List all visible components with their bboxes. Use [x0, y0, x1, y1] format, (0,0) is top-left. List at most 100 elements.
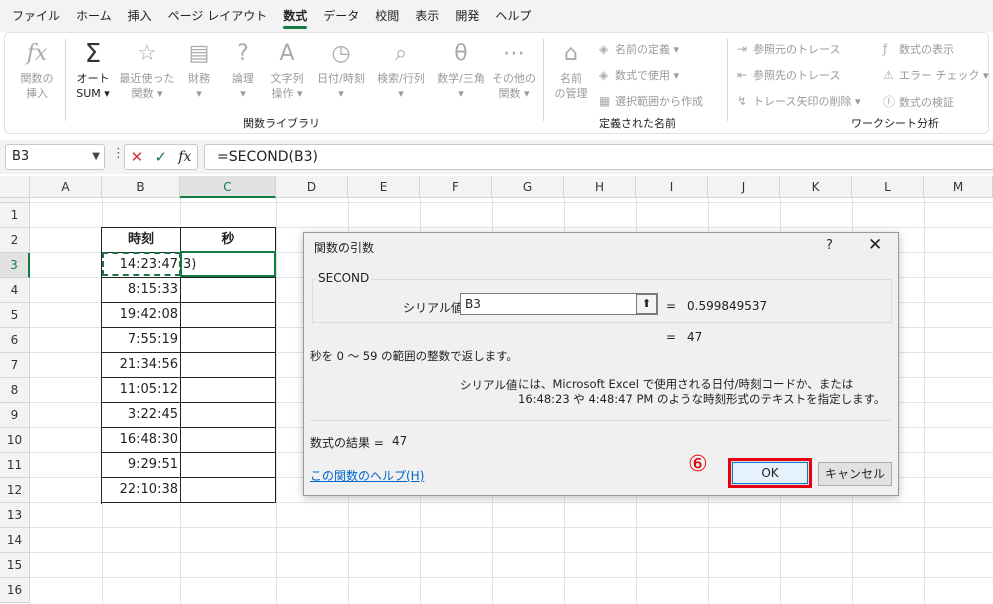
column-header-k[interactable]: K [780, 176, 852, 198]
sec-cell-c11[interactable] [181, 453, 276, 478]
step-number-badge: ⑥ [688, 452, 708, 477]
cancel-button[interactable]: キャンセル [818, 462, 892, 486]
column-header-e[interactable]: E [348, 176, 420, 198]
column-header-f[interactable]: F [420, 176, 492, 198]
serial-number-input[interactable]: B3 [460, 293, 658, 315]
remove-arrows-button[interactable]: ↯ トレース矢印の削除 ▾ [737, 93, 860, 109]
row-header-12[interactable]: 12 [0, 478, 30, 503]
text-button[interactable]: A 文字列 操作 ▾ [265, 39, 309, 101]
row-header-9[interactable]: 9 [0, 403, 30, 428]
create-from-selection-button[interactable]: ▦ 選択範囲から作成 [599, 93, 703, 109]
row-header-1[interactable]: 1 [0, 203, 30, 228]
column-header-b[interactable]: B [102, 176, 180, 198]
header-sec-cell[interactable]: 秒 [181, 228, 276, 253]
insert-function-button[interactable]: fx 関数の 挿入 [15, 39, 59, 101]
menu-home[interactable]: ホーム [68, 0, 120, 32]
menu-page-layout[interactable]: ページ レイアウト [160, 0, 276, 32]
cancel-icon[interactable]: ✕ [131, 148, 144, 166]
more-functions-button[interactable]: ⋯ その他の 関数 ▾ [489, 39, 539, 101]
sec-cell-c5[interactable] [181, 303, 276, 328]
trace-precedents-button[interactable]: ⇥ 参照元のトレース [737, 41, 840, 57]
column-header-i[interactable]: I [636, 176, 708, 198]
column-header-c[interactable]: C [180, 176, 276, 198]
ok-button[interactable]: OK [728, 458, 812, 488]
sec-cell-c6[interactable] [181, 328, 276, 353]
math-trig-button[interactable]: θ 数学/三角 ▾ [431, 39, 491, 101]
function-help-link[interactable]: この関数のヘルプ(H) [310, 467, 424, 484]
sec-cell-c8[interactable] [181, 378, 276, 403]
recently-used-button[interactable]: ☆ 最近使った 関数 ▾ [119, 39, 175, 101]
menu-data[interactable]: データ [315, 0, 367, 32]
check-icon[interactable]: ✓ [154, 148, 167, 166]
menu-developer[interactable]: 開発 [447, 0, 487, 32]
define-name-button[interactable]: ◈ 名前の定義 ▾ [599, 41, 679, 57]
time-cell-b5[interactable]: 19:42:08 [102, 303, 181, 328]
select-all-corner[interactable] [0, 176, 30, 198]
menu-file[interactable]: ファイル [4, 0, 68, 32]
menu-formulas[interactable]: 数式 [275, 0, 315, 32]
sec-cell-c4[interactable] [181, 278, 276, 303]
row-header-16[interactable]: 16 [0, 578, 30, 603]
column-header-d[interactable]: D [276, 176, 348, 198]
row-header-3[interactable]: 3 [0, 253, 30, 278]
financial-button[interactable]: ▤ 財務 ▾ [179, 39, 219, 101]
column-header-a[interactable]: A [30, 176, 102, 198]
column-header-l[interactable]: L [852, 176, 924, 198]
column-header-j[interactable]: J [708, 176, 780, 198]
row-header-2[interactable]: 2 [0, 228, 30, 253]
row-header-6[interactable]: 6 [0, 328, 30, 353]
sec-cell-c10[interactable] [181, 428, 276, 453]
time-cell-b8[interactable]: 11:05:12 [102, 378, 181, 403]
time-cell-b7[interactable]: 21:34:56 [102, 353, 181, 378]
time-cell-b12[interactable]: 22:10:38 [102, 478, 181, 503]
sec-cell-c9[interactable] [181, 403, 276, 428]
column-header-h[interactable]: H [564, 176, 636, 198]
menu-view[interactable]: 表示 [407, 0, 447, 32]
row-header-10[interactable]: 10 [0, 428, 30, 453]
dialog-divider [310, 420, 892, 421]
date-time-button[interactable]: ◷ 日付/時刻 ▾ [311, 39, 371, 101]
time-cell-b9[interactable]: 3:22:45 [102, 403, 181, 428]
show-formulas-button[interactable]: ƒ 数式の表示 [883, 41, 954, 57]
row-header-13[interactable]: 13 [0, 503, 30, 528]
menu-help[interactable]: ヘルプ [487, 0, 539, 32]
close-icon[interactable]: ✕ [868, 235, 882, 255]
row-header-11[interactable]: 11 [0, 453, 30, 478]
row-header-14[interactable]: 14 [0, 528, 30, 553]
row-header-15[interactable]: 15 [0, 553, 30, 578]
name-box[interactable]: B3 ▼ [5, 144, 105, 170]
database-icon: ▤ [188, 41, 210, 66]
lookup-reference-button[interactable]: ⌕ 検索/行列 ▾ [371, 39, 431, 101]
sec-cell-c7[interactable] [181, 353, 276, 378]
header-time-cell[interactable]: 時刻 [102, 228, 181, 253]
group-label-defined-names: 定義された名前 [599, 117, 676, 130]
row-header-5[interactable]: 5 [0, 303, 30, 328]
name-manager-button[interactable]: ⌂ 名前 の管理 [551, 39, 591, 101]
evaluate-formula-button[interactable]: ⓕ 数式の検証 [883, 93, 954, 110]
column-header-m[interactable]: M [924, 176, 993, 198]
formula-input[interactable]: =SECOND(B3) [204, 144, 993, 170]
sec-cell-c12[interactable] [181, 478, 276, 503]
use-in-formula-button[interactable]: ◈ 数式で使用 ▾ [599, 67, 679, 83]
row-header-8[interactable]: 8 [0, 378, 30, 403]
fx-icon[interactable]: fx [178, 149, 191, 165]
time-cell-b10[interactable]: 16:48:30 [102, 428, 181, 453]
trace-dependents-button[interactable]: ⇤ 参照先のトレース [737, 67, 840, 83]
time-cell-b6[interactable]: 7:55:19 [102, 328, 181, 353]
menu-review[interactable]: 校閲 [367, 0, 407, 32]
error-checking-button[interactable]: ⚠ エラー チェック ▾ [883, 67, 989, 83]
collapse-dialog-icon[interactable]: ⬆ [636, 294, 657, 314]
fx-icon: fx [26, 41, 48, 66]
function-description: 秒を 0 〜 59 の範囲の整数で返します。 [310, 349, 518, 363]
autosum-button[interactable]: Σ オート SUM ▾ [69, 39, 117, 101]
tag-icon: ⌂ [564, 41, 578, 66]
tag-icon: ◈ [599, 42, 609, 56]
logical-button[interactable]: ? 論理 ▾ [223, 39, 263, 101]
help-icon[interactable]: ? [826, 238, 833, 253]
row-header-4[interactable]: 4 [0, 278, 30, 303]
row-header-7[interactable]: 7 [0, 353, 30, 378]
time-cell-b11[interactable]: 9:29:51 [102, 453, 181, 478]
time-cell-b4[interactable]: 8:15:33 [102, 278, 181, 303]
menu-insert[interactable]: 挿入 [120, 0, 160, 32]
column-header-g[interactable]: G [492, 176, 564, 198]
